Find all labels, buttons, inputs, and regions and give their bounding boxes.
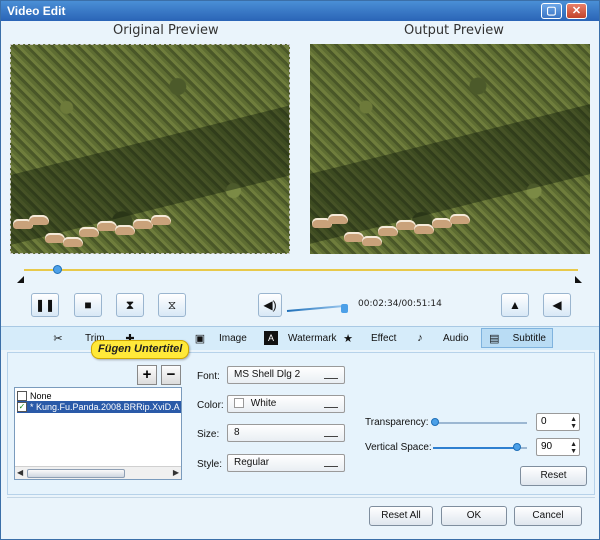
color-swatch xyxy=(234,398,244,409)
window-title: Video Edit xyxy=(7,4,66,18)
stop-icon: ■ xyxy=(84,298,92,312)
star-icon: ★ xyxy=(343,332,353,345)
video-edit-window: Video Edit ▢ ✕ Original Preview Output P… xyxy=(0,0,600,540)
transparency-label: Transparency: xyxy=(365,417,429,428)
minus-icon: − xyxy=(166,366,176,383)
subtitle-none-label: None xyxy=(30,391,52,401)
reset-all-button[interactable]: Reset All xyxy=(369,506,433,526)
volume-thumb[interactable] xyxy=(341,304,348,313)
film-icon: ▤ xyxy=(489,332,500,345)
reset-button[interactable]: Reset xyxy=(520,466,587,486)
font-select-value: MS Shell Dlg 2 xyxy=(234,369,301,380)
music-note-icon: ♪ xyxy=(417,332,423,344)
footer-divider xyxy=(7,497,595,498)
timeline-thumb[interactable] xyxy=(52,265,62,274)
size-label: Size: xyxy=(197,429,220,440)
tab-watermark-label: Watermark xyxy=(288,332,337,344)
spin-down-icon[interactable]: ▼ xyxy=(570,448,577,455)
vertical-space-spinner[interactable]: 90 ▲ ▼ xyxy=(536,438,580,456)
tab-audio-label: Audio xyxy=(443,332,469,344)
spin-down-icon[interactable]: ▼ xyxy=(570,423,577,430)
tab-effect[interactable]: ★ Effect xyxy=(341,328,396,348)
style-label: Style: xyxy=(197,459,223,470)
scrollbar-thumb[interactable] xyxy=(27,469,125,478)
subtitle-none-checkbox[interactable] xyxy=(17,391,27,401)
chevron-down-icon xyxy=(324,429,338,437)
compare-button[interactable]: ◀ xyxy=(543,293,571,317)
vertical-space-thumb[interactable] xyxy=(513,443,521,451)
color-select-value: White xyxy=(250,398,277,409)
transparency-thumb[interactable] xyxy=(431,418,439,426)
original-preview-video[interactable] xyxy=(10,44,290,254)
add-subtitle-button[interactable]: + xyxy=(137,365,157,385)
tab-subtitle[interactable]: ▤ Subtitle xyxy=(481,328,553,348)
time-display: 00:02:34/00:51:14 xyxy=(358,299,442,309)
color-select[interactable]: White xyxy=(227,395,345,413)
transparency-value: 0 xyxy=(541,416,547,427)
snapshot-button[interactable]: ▲ xyxy=(501,293,529,317)
image-icon: ▣ xyxy=(194,332,206,345)
size-select-value: 8 xyxy=(234,427,240,438)
scroll-left-icon[interactable]: ◀ xyxy=(17,468,23,477)
style-select-value: Regular xyxy=(234,457,270,468)
mark-start-icon: ⧗ xyxy=(125,297,135,312)
tab-image-label: Image xyxy=(219,332,247,344)
speaker-icon: ◀) xyxy=(263,298,277,312)
scale-icon: ▲ xyxy=(509,298,521,312)
trim-start-marker-icon[interactable] xyxy=(17,276,24,283)
font-label: Font: xyxy=(197,371,220,382)
color-label: Color: xyxy=(197,400,224,411)
maximize-button[interactable]: ▢ xyxy=(541,3,562,19)
output-preview-video xyxy=(310,44,590,254)
close-button[interactable]: ✕ xyxy=(566,3,587,19)
transparency-spinner[interactable]: 0 ▲ ▼ xyxy=(536,413,580,431)
tab-image[interactable]: ▣ Image xyxy=(193,328,247,348)
spin-up-icon[interactable]: ▲ xyxy=(570,416,577,423)
vertical-space-value: 90 xyxy=(541,441,553,452)
vertical-space-fill xyxy=(433,447,517,449)
watermark-icon: A xyxy=(264,331,278,345)
pause-icon: ❚❚ xyxy=(34,298,56,312)
vertical-space-label: Vertical Space: xyxy=(365,442,432,453)
tab-subtitle-label: Subtitle xyxy=(512,332,546,344)
transparency-slider[interactable] xyxy=(433,422,527,424)
volume-slider[interactable] xyxy=(286,304,347,312)
subtitle-file-label: * Kung.Fu.Panda.2008.BRRip.XviD.A xyxy=(30,402,180,412)
antelope-herd-image xyxy=(310,212,470,252)
scissors-icon: ✂ xyxy=(53,332,63,345)
spin-up-icon[interactable]: ▲ xyxy=(570,441,577,448)
chevron-down-icon xyxy=(324,371,338,379)
remove-subtitle-button[interactable]: − xyxy=(161,365,181,385)
subtitle-file-checkbox[interactable]: ✓ xyxy=(17,402,27,412)
mark-end-icon: ⧖ xyxy=(167,297,177,312)
cancel-button[interactable]: Cancel xyxy=(514,506,582,526)
ok-button[interactable]: OK xyxy=(441,506,507,526)
tab-effect-label: Effect xyxy=(371,332,397,344)
pause-button[interactable]: ❚❚ xyxy=(31,293,59,317)
chevron-down-icon xyxy=(324,400,338,408)
chevron-down-icon xyxy=(324,459,338,467)
add-subtitle-tooltip: Fügen Untertitel xyxy=(91,340,190,359)
style-select[interactable]: Regular xyxy=(227,454,345,472)
scroll-right-icon[interactable]: ▶ xyxy=(173,468,179,477)
tab-audio[interactable]: ♪ Audio xyxy=(413,328,469,348)
compare-icon: ◀ xyxy=(552,298,562,312)
tab-watermark[interactable]: A Watermark xyxy=(264,328,337,348)
stop-button[interactable]: ■ xyxy=(74,293,102,317)
original-preview-label: Original Preview xyxy=(113,23,219,38)
timeline-track[interactable] xyxy=(24,269,578,271)
plus-icon: + xyxy=(142,366,152,383)
list-item[interactable]: ✓ * Kung.Fu.Panda.2008.BRRip.XviD.A xyxy=(17,401,181,413)
set-start-button[interactable]: ⧗ xyxy=(116,293,144,317)
subtitle-list-scrollbar[interactable]: ◀ ▶ xyxy=(15,466,181,479)
font-select[interactable]: MS Shell Dlg 2 xyxy=(227,366,345,384)
set-end-button[interactable]: ⧖ xyxy=(158,293,186,317)
antelope-herd-image xyxy=(11,213,171,253)
title-bar: Video Edit xyxy=(1,1,599,21)
size-select[interactable]: 8 xyxy=(227,424,345,442)
output-preview-label: Output Preview xyxy=(404,23,504,38)
trim-end-marker-icon[interactable] xyxy=(575,276,582,283)
volume-button[interactable]: ◀) xyxy=(258,293,282,317)
